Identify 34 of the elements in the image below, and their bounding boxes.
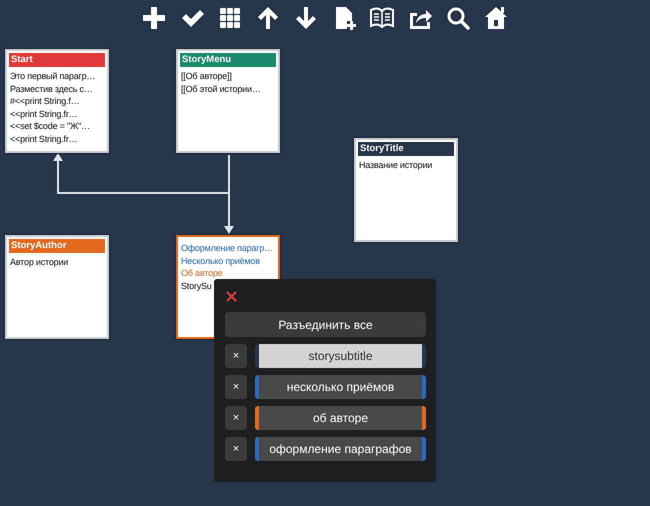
passage-title: StoryMenu: [180, 53, 276, 67]
passage-line: Об авторе: [180, 267, 222, 280]
remove-button[interactable]: ×: [225, 375, 247, 399]
passage-line: <<set $code = "Ж"…: [9, 120, 90, 132]
passage-title: StoryTitle: [358, 142, 454, 156]
passage-line: [[Об этой истории…: [180, 82, 261, 95]
passage-line: Оформление парагр…: [180, 242, 273, 254]
remove-button[interactable]: ×: [225, 437, 247, 461]
passage-line: Несколько приёмов: [180, 254, 260, 267]
passage-line: Название истории: [358, 159, 432, 172]
passage-line: Это первый парагр…: [9, 70, 96, 82]
passage-title: Start: [9, 53, 105, 67]
tag-button[interactable]: storysubtitle: [255, 344, 426, 368]
remove-button[interactable]: ×: [225, 344, 247, 368]
passage-card[interactable]: StoryMenu [[Об авторе]] [[Об этой истории…: [176, 49, 280, 153]
tag-button[interactable]: несколько приёмов: [255, 375, 426, 399]
passage-line: #<<print String.f…: [9, 95, 80, 108]
tag-button[interactable]: об авторе: [255, 406, 426, 430]
passage-card[interactable]: StoryTitle Название истории: [354, 138, 458, 242]
home-icon[interactable]: [483, 4, 509, 32]
passage-line: <<print String.fr…: [9, 108, 78, 120]
passage-card[interactable]: StoryAuthor Автор истории: [5, 235, 109, 339]
unlink-all-button[interactable]: Разъединить все: [225, 312, 426, 337]
plus-icon[interactable]: [141, 4, 167, 32]
passage-card[interactable]: Start Это первый парагр… Разместив здесь с… #<<print String.f… <<print String.fr… <<set $code = "Ж"… <<print String.fr…: [5, 49, 109, 153]
close-icon[interactable]: [226, 291, 237, 302]
passage-line: <<print String.fr…: [9, 132, 78, 145]
tag-button[interactable]: оформление параграфов: [255, 437, 426, 461]
remove-button[interactable]: ×: [225, 406, 247, 430]
passage-title: StoryAuthor: [9, 239, 105, 253]
passage-line: [[Об авторе]]: [180, 70, 232, 82]
passage-line: Автор истории: [9, 256, 68, 268]
passage-line: StorySu: [180, 280, 212, 292]
passage-line: Разместив здесь с…: [9, 82, 93, 95]
